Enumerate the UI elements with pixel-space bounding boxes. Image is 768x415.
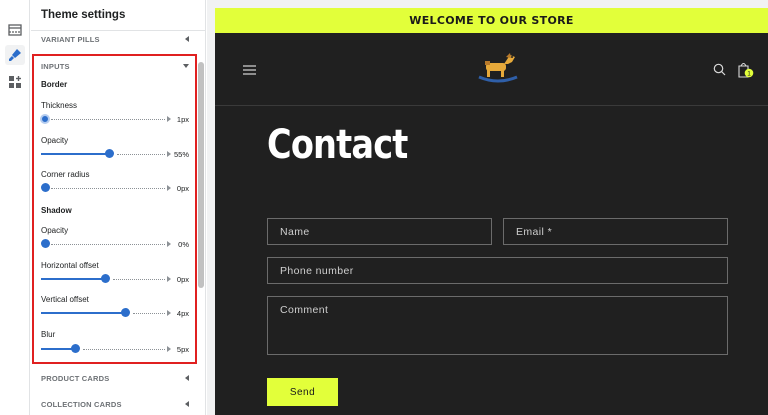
send-label: Send	[289, 386, 316, 398]
page-title: Contact	[267, 122, 408, 168]
caret-down-icon	[183, 64, 189, 68]
section-variant-pills[interactable]: VARIANT PILLS	[41, 32, 189, 46]
slider-end-icon	[167, 346, 171, 352]
storefront: WELCOME TO OUR STORE 1 Contact Name Emai…	[215, 8, 768, 415]
blur-slider[interactable]	[41, 344, 171, 354]
slider-end-icon	[167, 185, 171, 191]
horizontal-offset-value: 0px	[176, 275, 189, 284]
section-label: INPUTS	[41, 61, 70, 71]
panel-title: Theme settings	[41, 9, 126, 21]
slider-fill	[41, 278, 105, 280]
blur-label: Blur	[41, 330, 56, 339]
section-collection-cards[interactable]: COLLECTION CARDS	[41, 397, 189, 411]
announcement-text: WELCOME TO OUR STORE	[409, 14, 574, 27]
caret-left-icon	[185, 375, 189, 381]
slider-track	[133, 313, 165, 314]
vertical-offset-value: 4px	[176, 309, 189, 318]
section-inputs[interactable]: INPUTS	[41, 59, 189, 73]
slider-knob[interactable]	[121, 308, 130, 317]
menu-icon[interactable]	[243, 65, 256, 78]
cart-count: 1	[747, 71, 751, 78]
caret-left-icon	[185, 36, 189, 42]
slider-track	[113, 279, 165, 280]
phone-placeholder: Phone number	[280, 265, 354, 277]
search-icon[interactable]	[713, 63, 726, 79]
shadow-opacity-value: 0%	[178, 240, 189, 249]
slider-end-icon	[167, 151, 171, 157]
slider-track	[51, 188, 165, 189]
horizontal-offset-slider[interactable]	[41, 274, 171, 284]
name-placeholder: Name	[280, 226, 310, 238]
store-preview: WELCOME TO OUR STORE 1 Contact Name Emai…	[207, 0, 768, 415]
slider-track	[117, 154, 165, 155]
corner-radius-value: 0px	[176, 184, 189, 193]
name-field[interactable]: Name	[267, 218, 492, 245]
slider-fill	[41, 348, 75, 350]
store-header: 1	[215, 33, 768, 106]
slider-track	[83, 349, 165, 350]
slider-fill	[41, 153, 109, 155]
slider-end-icon	[167, 241, 171, 247]
email-field[interactable]: Email *	[503, 218, 728, 245]
rocking-horse-logo[interactable]	[475, 49, 521, 88]
border-opacity-value: 55%	[173, 150, 189, 159]
slider-track	[51, 244, 165, 245]
shadow-opacity-slider[interactable]	[41, 239, 171, 249]
comment-field[interactable]: Comment	[267, 296, 728, 355]
section-label: COLLECTION CARDS	[41, 399, 122, 409]
editor-icon-rail	[0, 0, 30, 415]
slider-knob[interactable]	[40, 113, 50, 124]
corner-radius-slider[interactable]	[41, 183, 171, 193]
announcement-bar: WELCOME TO OUR STORE	[215, 8, 768, 33]
email-placeholder: Email *	[516, 226, 553, 238]
slider-knob[interactable]	[71, 344, 80, 353]
slider-end-icon	[167, 310, 171, 316]
divider	[31, 30, 205, 31]
slider-knob[interactable]	[105, 149, 114, 158]
blur-value: 5px	[176, 345, 189, 354]
thickness-label: Thickness	[41, 101, 78, 110]
slider-knob[interactable]	[101, 274, 110, 283]
apps-add-icon[interactable]	[5, 72, 25, 92]
section-label: VARIANT PILLS	[41, 34, 100, 44]
border-opacity-label: Opacity	[41, 136, 69, 145]
thickness-slider[interactable]	[40, 113, 171, 124]
slider-knob[interactable]	[41, 183, 50, 192]
shadow-heading: Shadow	[41, 206, 72, 215]
border-heading: Border	[41, 80, 68, 89]
cart-icon[interactable]: 1	[737, 61, 755, 82]
slider-end-icon	[167, 116, 171, 122]
theme-settings-panel: Theme settings VARIANT PILLS INPUTS Bord…	[31, 0, 206, 415]
shadow-opacity-label: Opacity	[41, 226, 69, 235]
panel-scrollbar[interactable]	[198, 62, 204, 288]
sections-icon[interactable]	[5, 20, 25, 40]
slider-fill	[41, 312, 125, 314]
section-product-cards[interactable]: PRODUCT CARDS	[41, 371, 189, 385]
vertical-offset-label: Vertical offset	[41, 295, 89, 304]
phone-field[interactable]: Phone number	[267, 257, 728, 284]
caret-left-icon	[185, 401, 189, 407]
section-label: PRODUCT CARDS	[41, 373, 110, 383]
border-opacity-slider[interactable]	[41, 149, 171, 159]
send-button[interactable]: Send	[267, 378, 338, 406]
corner-radius-label: Corner radius	[41, 170, 90, 179]
horizontal-offset-label: Horizontal offset	[41, 261, 99, 270]
comment-placeholder: Comment	[280, 304, 329, 316]
slider-end-icon	[167, 276, 171, 282]
thickness-value: 1px	[176, 115, 189, 124]
theme-settings-brush-icon[interactable]	[5, 45, 25, 65]
slider-track	[51, 119, 165, 120]
slider-knob[interactable]	[41, 239, 50, 248]
vertical-offset-slider[interactable]	[41, 308, 171, 318]
